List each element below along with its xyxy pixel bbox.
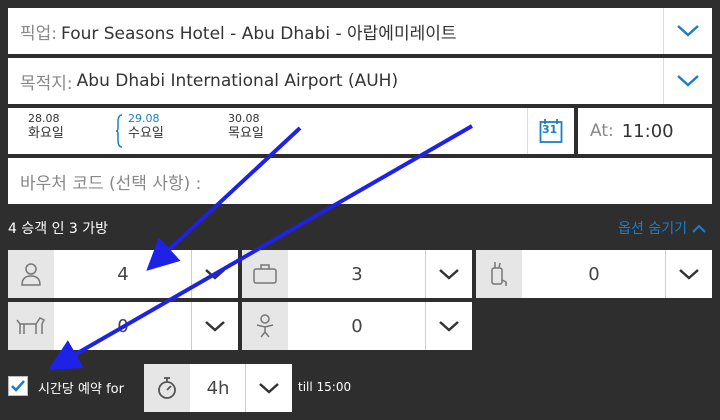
time-field[interactable]: At: 11:00: [578, 108, 712, 154]
infants-dropdown-button[interactable]: [425, 302, 472, 350]
passengers-value: 4: [117, 263, 129, 285]
bags-dropdown-button[interactable]: [425, 250, 472, 298]
chevron-down-icon: [677, 75, 699, 87]
bags-stepper[interactable]: 3: [242, 250, 472, 298]
date-picker[interactable]: 28.08 화요일 29.08 수요일 30.08 목요일 31: [8, 108, 574, 154]
pickup-field[interactable]: 픽업: Four Seasons Hotel - Abu Dhabi - 아랍에…: [8, 8, 712, 54]
infants-value: 0: [351, 315, 363, 337]
hide-options-link[interactable]: 옵션 숨기기: [618, 218, 706, 238]
destination-field[interactable]: 목적지: Abu Dhabi International Airport (AU…: [8, 58, 712, 104]
hourly-label: 시간당 예약 for: [38, 382, 124, 397]
pickup-value: Four Seasons Hotel - Abu Dhabi - 아랍에미레이트: [61, 23, 457, 44]
date-label: 29.08: [128, 112, 160, 125]
pickup-dropdown-button[interactable]: [663, 8, 712, 54]
pickup-label: 픽업:: [20, 23, 58, 44]
bags-value: 3: [351, 263, 363, 285]
destination-value: Abu Dhabi International Airport (AUH): [76, 71, 399, 91]
infants-stepper[interactable]: 0: [242, 302, 472, 350]
golf-bags-stepper[interactable]: 0: [476, 250, 712, 298]
chevron-down-icon: [259, 383, 279, 394]
chevron-down-icon: [205, 321, 225, 332]
person-icon: [8, 250, 54, 298]
hours-value: 4h: [206, 377, 230, 399]
chevron-down-icon: [439, 269, 459, 280]
suitcase-icon: [242, 250, 288, 298]
hours-dropdown-button[interactable]: [245, 364, 292, 412]
golf-bags-value: 0: [588, 263, 600, 285]
chevron-down-icon: [679, 269, 699, 280]
time-value: 11:00: [621, 120, 674, 142]
checkmark-icon: [11, 380, 25, 392]
chevron-up-icon: [692, 224, 706, 233]
pets-stepper[interactable]: 0: [8, 302, 238, 350]
passengers-dropdown-button[interactable]: [191, 250, 238, 298]
weekday-label: 수요일: [128, 126, 164, 141]
selected-date-bracket-icon: [116, 114, 123, 148]
voucher-input[interactable]: 바우처 코드 (선택 사항) :: [8, 158, 712, 204]
chevron-down-icon: [439, 321, 459, 332]
pets-value: 0: [117, 315, 129, 337]
date-option-selected[interactable]: 29.08 수요일: [128, 112, 164, 142]
stopwatch-icon: [144, 364, 190, 412]
chevron-down-icon: [677, 25, 699, 37]
booking-summary: 4 승객 인 3 가방: [8, 221, 109, 237]
passengers-stepper[interactable]: 4: [8, 250, 238, 298]
destination-dropdown-button[interactable]: [663, 58, 712, 104]
till-time: till 15:00: [298, 380, 352, 394]
calendar-button[interactable]: 31: [527, 108, 574, 154]
weekday-label: 목요일: [228, 126, 264, 141]
golf-bag-icon: [476, 250, 522, 298]
hourly-checkbox[interactable]: [8, 376, 28, 396]
voucher-placeholder: 바우처 코드 (선택 사항) :: [20, 173, 202, 194]
hide-options-label: 옵션 숨기기: [618, 221, 687, 237]
chevron-down-icon: [205, 269, 225, 280]
destination-label: 목적지:: [20, 73, 73, 94]
hours-stepper[interactable]: 4h: [144, 364, 292, 412]
calendar-day: 31: [542, 123, 558, 136]
golf-bags-dropdown-button[interactable]: [665, 250, 712, 298]
date-label: 28.08: [28, 112, 60, 125]
baby-icon: [242, 302, 288, 350]
weekday-label: 화요일: [28, 126, 64, 141]
date-option[interactable]: 28.08 화요일: [28, 112, 64, 142]
date-label: 30.08: [228, 112, 260, 125]
date-option[interactable]: 30.08 목요일: [228, 112, 264, 142]
time-label: At:: [590, 121, 614, 141]
dog-icon: [8, 302, 54, 350]
pets-dropdown-button[interactable]: [191, 302, 238, 350]
